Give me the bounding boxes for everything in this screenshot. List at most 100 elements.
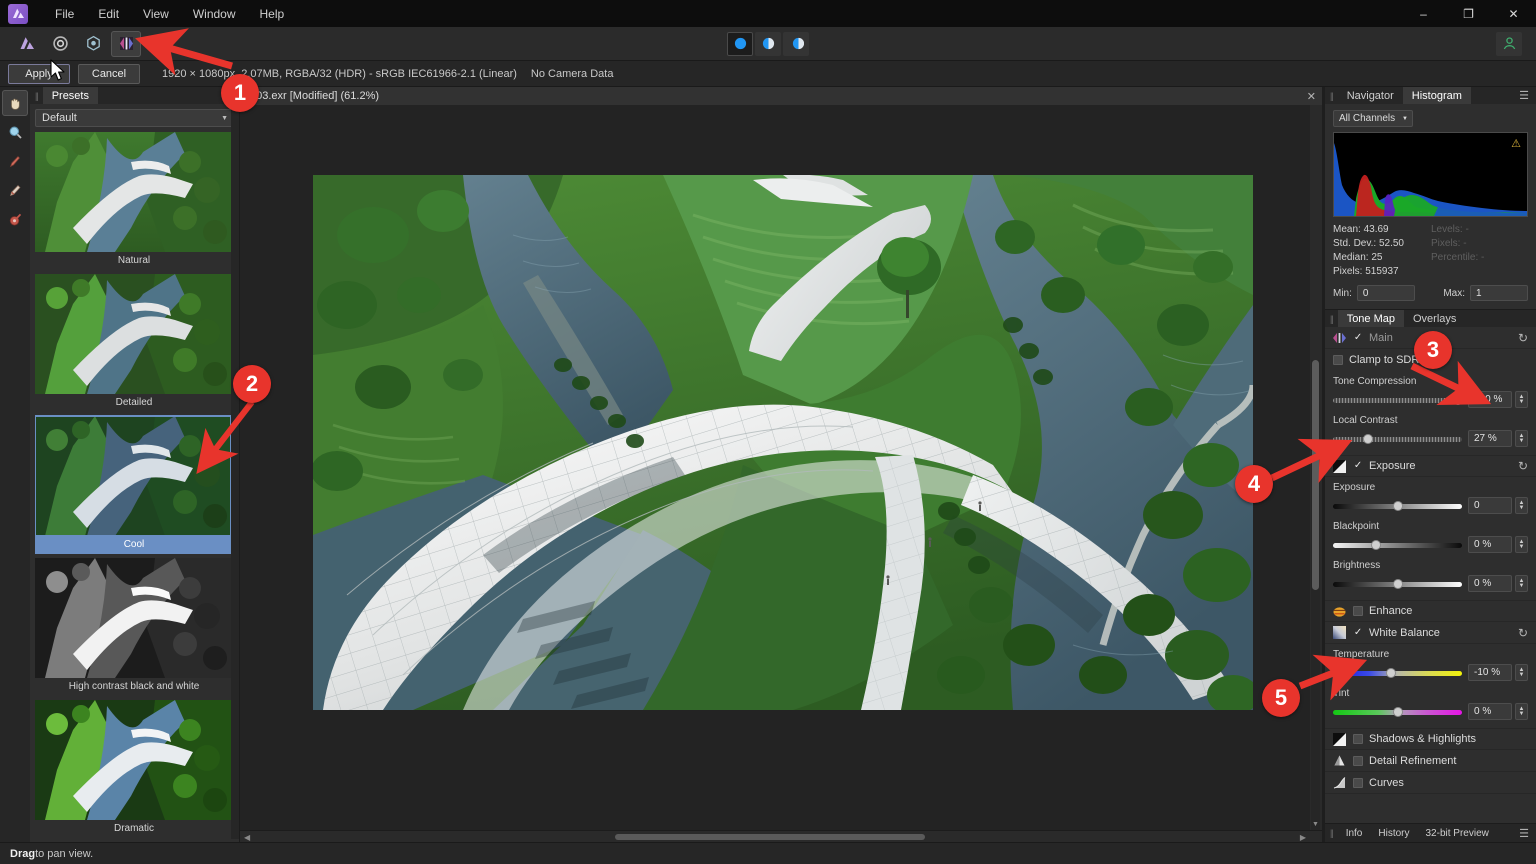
reset-icon[interactable]: ↻ — [1518, 459, 1528, 473]
split-view-button[interactable] — [755, 31, 781, 56]
panel-menu-icon[interactable]: ☰ — [1519, 827, 1536, 840]
scroll-thumb[interactable] — [1312, 360, 1319, 590]
tab-presets[interactable]: Presets — [42, 87, 98, 104]
tint-value[interactable]: 0 % — [1468, 703, 1512, 720]
overlay-erase-tool[interactable] — [2, 177, 28, 203]
menu-window[interactable]: Window — [181, 3, 248, 25]
exposure-section-header[interactable]: ✓ Exposure ↻ — [1325, 455, 1536, 477]
temperature-stepper[interactable]: ▲ ▼ — [1515, 664, 1528, 681]
canvas-area[interactable] — [240, 105, 1322, 830]
tab-info[interactable]: Info — [1338, 828, 1371, 839]
brightness-slider[interactable] — [1333, 578, 1462, 589]
blackpoint-slider[interactable] — [1333, 539, 1462, 550]
main-checkbox[interactable]: ✓ — [1353, 332, 1363, 343]
white-balance-checkbox[interactable]: ✓ — [1353, 627, 1363, 638]
panel-menu-icon[interactable]: ☰ — [1519, 89, 1536, 102]
enhance-checkbox[interactable] — [1353, 606, 1363, 616]
exposure-stepper[interactable]: ▲ ▼ — [1515, 497, 1528, 514]
maximize-button[interactable]: ❐ — [1446, 0, 1491, 27]
scroll-right-arrow-icon[interactable]: ▶ — [1300, 833, 1306, 842]
reset-icon[interactable]: ↻ — [1518, 626, 1528, 640]
panel-grip-icon[interactable]: || — [1325, 314, 1338, 324]
exposure-icon — [1333, 459, 1346, 473]
preset-item-natural[interactable]: Natural — [35, 132, 233, 270]
max-input[interactable]: 1 — [1470, 285, 1528, 301]
close-button[interactable]: ✕ — [1491, 0, 1536, 27]
clipping-warning-icon[interactable]: ⚠ — [1511, 137, 1521, 150]
photo-persona-button[interactable] — [12, 31, 42, 57]
enhance-section-header[interactable]: Enhance — [1325, 600, 1536, 622]
tone-compression-stepper[interactable]: ▲ ▼ — [1515, 391, 1528, 408]
scroll-left-arrow-icon[interactable]: ◀ — [244, 833, 250, 842]
panel-grip-icon[interactable]: || — [1325, 828, 1338, 838]
blackpoint-stepper[interactable]: ▲ ▼ — [1515, 536, 1528, 553]
channel-dropdown[interactable]: All Channels ▼ — [1333, 110, 1413, 127]
account-button[interactable] — [1496, 31, 1522, 56]
min-input[interactable]: 0 — [1356, 285, 1415, 301]
menu-file[interactable]: File — [43, 3, 86, 25]
preset-item-dramatic[interactable]: Dramatic — [35, 700, 233, 837]
clamp-to-sdr-checkbox[interactable] — [1333, 355, 1343, 365]
mirror-view-button[interactable] — [783, 31, 809, 56]
export-persona-button[interactable] — [144, 31, 174, 57]
hand-tool[interactable] — [2, 90, 28, 116]
brightness-stepper[interactable]: ▲ ▼ — [1515, 575, 1528, 592]
presets-scrollbar[interactable] — [231, 109, 239, 839]
max-label: Max: — [1443, 287, 1465, 299]
tone-compression-slider[interactable] — [1333, 394, 1464, 405]
shadows-highlights-checkbox[interactable] — [1353, 734, 1363, 744]
zoom-tool[interactable] — [2, 119, 28, 145]
cancel-button[interactable]: Cancel — [78, 63, 140, 84]
reset-icon[interactable]: ↻ — [1518, 331, 1528, 345]
tone-map-panel-tabbar: || Tone Map Overlays — [1325, 310, 1536, 327]
tab-navigator[interactable]: Navigator — [1338, 87, 1403, 104]
exposure-checkbox[interactable]: ✓ — [1353, 461, 1363, 471]
menu-edit[interactable]: Edit — [86, 3, 131, 25]
curves-checkbox[interactable] — [1353, 777, 1363, 788]
shadows-highlights-section-header[interactable]: Shadows & Highlights — [1325, 728, 1536, 750]
brightness-value[interactable]: 0 % — [1468, 575, 1512, 592]
detail-refinement-section-header[interactable]: Detail Refinement — [1325, 750, 1536, 772]
panel-grip-icon[interactable]: || — [1325, 91, 1338, 101]
temperature-value[interactable]: -10 % — [1468, 664, 1512, 681]
minimize-button[interactable]: – — [1401, 0, 1446, 27]
white-balance-section-header[interactable]: ✓ White Balance ↻ — [1325, 622, 1536, 644]
document-tab[interactable]: g03.exr [Modified] (61.2%) — [240, 87, 389, 105]
local-contrast-stepper[interactable]: ▲ ▼ — [1515, 430, 1528, 447]
tab-overlays[interactable]: Overlays — [1404, 310, 1465, 327]
panel-grip-icon[interactable]: || — [30, 91, 43, 101]
exposure-value[interactable]: 0 — [1468, 497, 1512, 514]
preset-item-cool[interactable]: Cool — [35, 415, 233, 554]
temperature-slider[interactable] — [1333, 667, 1462, 678]
menu-help[interactable]: Help — [248, 3, 297, 25]
menu-view[interactable]: View — [131, 3, 181, 25]
tab-32bit-preview[interactable]: 32-bit Preview — [1418, 828, 1497, 839]
preset-list[interactable]: Natural Detailed Cool High contrast blac… — [35, 132, 233, 837]
tint-slider[interactable] — [1333, 706, 1462, 717]
tone-mapping-persona-button[interactable] — [111, 30, 141, 57]
liquify-persona-button[interactable] — [45, 31, 75, 57]
scroll-thumb[interactable] — [615, 834, 925, 840]
local-contrast-value[interactable]: 27 % — [1468, 430, 1512, 447]
tone-map-scrollbar[interactable]: ▼ — [1311, 360, 1320, 830]
local-contrast-slider[interactable] — [1333, 433, 1462, 444]
tone-compression-value[interactable]: 100 % — [1468, 391, 1512, 408]
develop-persona-button[interactable] — [78, 31, 108, 57]
tab-tone-map[interactable]: Tone Map — [1337, 310, 1404, 327]
scroll-down-arrow-icon[interactable]: ▼ — [1312, 821, 1319, 828]
tint-stepper[interactable]: ▲ ▼ — [1515, 703, 1528, 720]
single-view-button[interactable] — [727, 31, 753, 56]
preset-category-dropdown[interactable]: Default ▼ — [35, 109, 234, 127]
preset-item-detailed[interactable]: Detailed — [35, 274, 233, 412]
overlay-paint-tool[interactable] — [2, 148, 28, 174]
canvas-horizontal-scrollbar[interactable]: ◀ ▶ — [240, 830, 1322, 842]
blackpoint-value[interactable]: 0 % — [1468, 536, 1512, 553]
detail-refinement-checkbox[interactable] — [1353, 755, 1363, 766]
curves-section-header[interactable]: Curves — [1325, 772, 1536, 794]
exposure-slider[interactable] — [1333, 500, 1462, 511]
tab-histogram[interactable]: Histogram — [1402, 87, 1471, 104]
tab-history[interactable]: History — [1370, 828, 1417, 839]
overlay-gradient-tool[interactable] — [2, 206, 28, 232]
preset-item-high-contrast-black-and-white[interactable]: High contrast black and white — [35, 558, 233, 696]
tab-close-icon[interactable]: ✕ — [1307, 90, 1316, 103]
